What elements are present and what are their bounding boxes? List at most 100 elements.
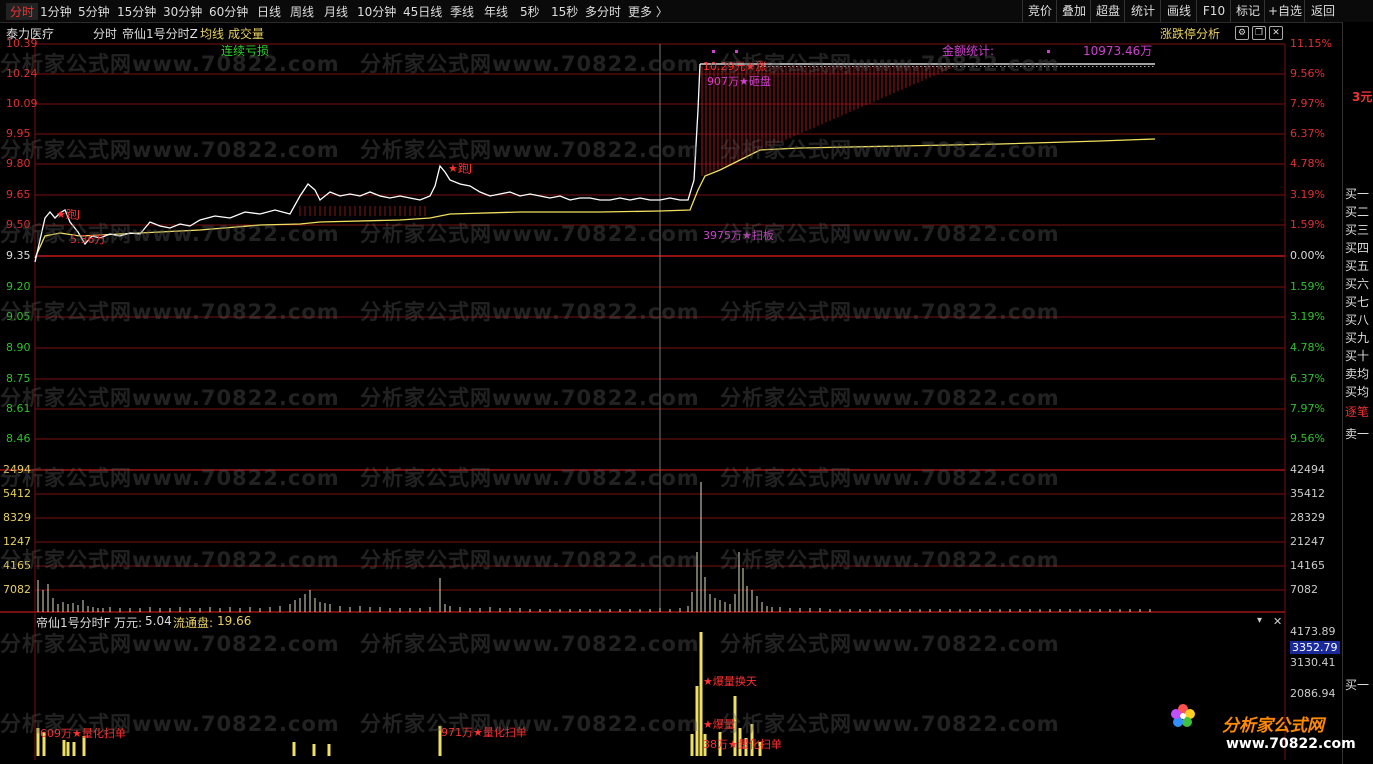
limit-dot <box>864 66 866 67</box>
limit-dot <box>1012 66 1014 67</box>
sweep-board-annotation: 3975万★扫板 <box>703 229 774 242</box>
limit-dot <box>964 66 966 67</box>
order-book-item[interactable]: 买六 <box>1345 275 1369 292</box>
limit-dot <box>1000 66 1002 67</box>
volume-tick-label: 4165 <box>3 559 31 572</box>
limit-dot <box>952 66 954 67</box>
sub-indicator-bar <box>66 742 70 756</box>
limit-dot <box>1100 66 1102 67</box>
limit-dot <box>1004 66 1006 67</box>
volume-tick-label: 2494 <box>3 463 31 476</box>
percent-tick-label: 9.56% <box>1290 67 1325 80</box>
limit-dot <box>812 66 814 67</box>
limit-dot <box>1120 66 1122 67</box>
order-book-item[interactable]: 卖一 <box>1345 425 1369 442</box>
limit-dot <box>888 66 890 67</box>
limit-dot <box>856 66 858 67</box>
volume-tick-label: 35412 <box>1290 487 1325 500</box>
burst-label: ★爆量 <box>703 718 735 731</box>
logo-url: www.70822.com <box>1226 736 1356 752</box>
price-tick-label: 8.61 <box>6 402 31 415</box>
limit-dot <box>872 66 874 67</box>
percent-tick-label: 9.56% <box>1290 432 1325 445</box>
limit-dot <box>1052 66 1054 67</box>
limit-dot <box>1096 66 1098 67</box>
limit-dot <box>808 66 810 67</box>
order-book-item[interactable]: 买二 <box>1345 203 1369 220</box>
limit-dot <box>1040 66 1042 67</box>
order-book-item[interactable]: 卖均 <box>1345 365 1369 382</box>
sub-axis-label: 4173.89 <box>1290 625 1336 638</box>
volume-tick-label: 21247 <box>1290 535 1325 548</box>
star-j-annotation-2: ★跑J <box>448 162 473 175</box>
side-edge-number: 3元 <box>1352 90 1373 104</box>
chart-grid <box>0 43 1286 760</box>
percent-tick-label: 1.59% <box>1290 218 1325 231</box>
order-book-item[interactable]: 买一 <box>1345 676 1369 693</box>
sub-axis-highlight: 3352.79 <box>1290 641 1340 654</box>
flower-logo-icon <box>1170 703 1196 729</box>
limit-dot <box>1112 66 1114 67</box>
limit-dot <box>1080 66 1082 67</box>
limit-dot <box>1044 66 1046 67</box>
turnover-label: ★爆量换天 <box>703 675 757 688</box>
sub-panel-title[interactable]: 帝仙1号分时F <box>36 614 111 631</box>
limit-dot <box>984 66 986 67</box>
price-tick-label: 9.20 <box>6 280 31 293</box>
limit-dot <box>772 66 774 67</box>
limit-dot <box>1008 66 1010 67</box>
order-book-item[interactable]: 买三 <box>1345 221 1369 238</box>
order-book-item[interactable]: 买均 <box>1345 383 1369 400</box>
sub-indicator-bar <box>690 734 694 756</box>
volume-tick-label: 1247 <box>3 535 31 548</box>
limit-dot <box>944 66 946 67</box>
limit-dot <box>840 66 842 67</box>
price-tick-label: 9.35 <box>6 249 31 262</box>
order-book-item[interactable]: 逐笔 <box>1345 403 1369 420</box>
percent-tick-label: 4.78% <box>1290 157 1325 170</box>
logo-text: 分析家公式网 <box>1222 716 1324 736</box>
limit-dot <box>1048 66 1050 67</box>
order-book-item[interactable]: 买八 <box>1345 311 1369 328</box>
seal-board-annotation: 907万★砸盘 <box>707 75 771 88</box>
limit-up-annotation: 10.29元★涨 <box>703 60 767 73</box>
order-book-item[interactable]: 买一 <box>1345 185 1369 202</box>
percent-tick-label: 6.37% <box>1290 372 1325 385</box>
chevron-down-icon[interactable]: ▾ <box>1257 615 1262 626</box>
price-line <box>34 63 701 263</box>
limit-dot <box>1092 66 1094 67</box>
sub-panel-unit-value: 5.04 <box>145 614 172 628</box>
intraday-chart <box>0 43 1286 760</box>
quant-sweep-label-1: 609万★量化扫单 <box>40 727 126 740</box>
order-book-item[interactable]: 买十 <box>1345 347 1369 364</box>
sub-indicator-bars <box>36 632 762 756</box>
close-icon[interactable]: ✕ <box>1273 615 1282 628</box>
limit-dot <box>928 66 930 67</box>
limit-dot <box>828 66 830 67</box>
limit-dot <box>1128 66 1130 67</box>
limit-dot <box>996 66 998 67</box>
limit-dot <box>1084 66 1086 67</box>
limit-dot <box>976 66 978 67</box>
limit-dot <box>968 66 970 67</box>
limit-dot <box>892 66 894 67</box>
price-tick-label: 10.09 <box>6 97 38 110</box>
limit-dot <box>1136 66 1138 67</box>
price-tick-label: 10.24 <box>6 67 38 80</box>
order-book-item[interactable]: 买七 <box>1345 293 1369 310</box>
limit-dot <box>1032 66 1034 67</box>
limit-dot <box>800 66 802 67</box>
order-book-item[interactable]: 买九 <box>1345 329 1369 346</box>
marker-dots <box>712 50 1050 53</box>
order-book-item[interactable]: 买四 <box>1345 239 1369 256</box>
limit-dot <box>1144 66 1146 67</box>
limit-dot <box>844 66 846 67</box>
quant-sweep-label-2: 971万★量化扫单 <box>441 726 527 739</box>
percent-tick-label: 3.19% <box>1290 310 1325 323</box>
limit-dot <box>832 66 834 67</box>
marker-dot <box>1047 50 1050 53</box>
limit-dot <box>980 66 982 67</box>
order-book-item[interactable]: 买五 <box>1345 257 1369 274</box>
price-tick-label: 8.46 <box>6 432 31 445</box>
price-tick-label: 8.75 <box>6 372 31 385</box>
